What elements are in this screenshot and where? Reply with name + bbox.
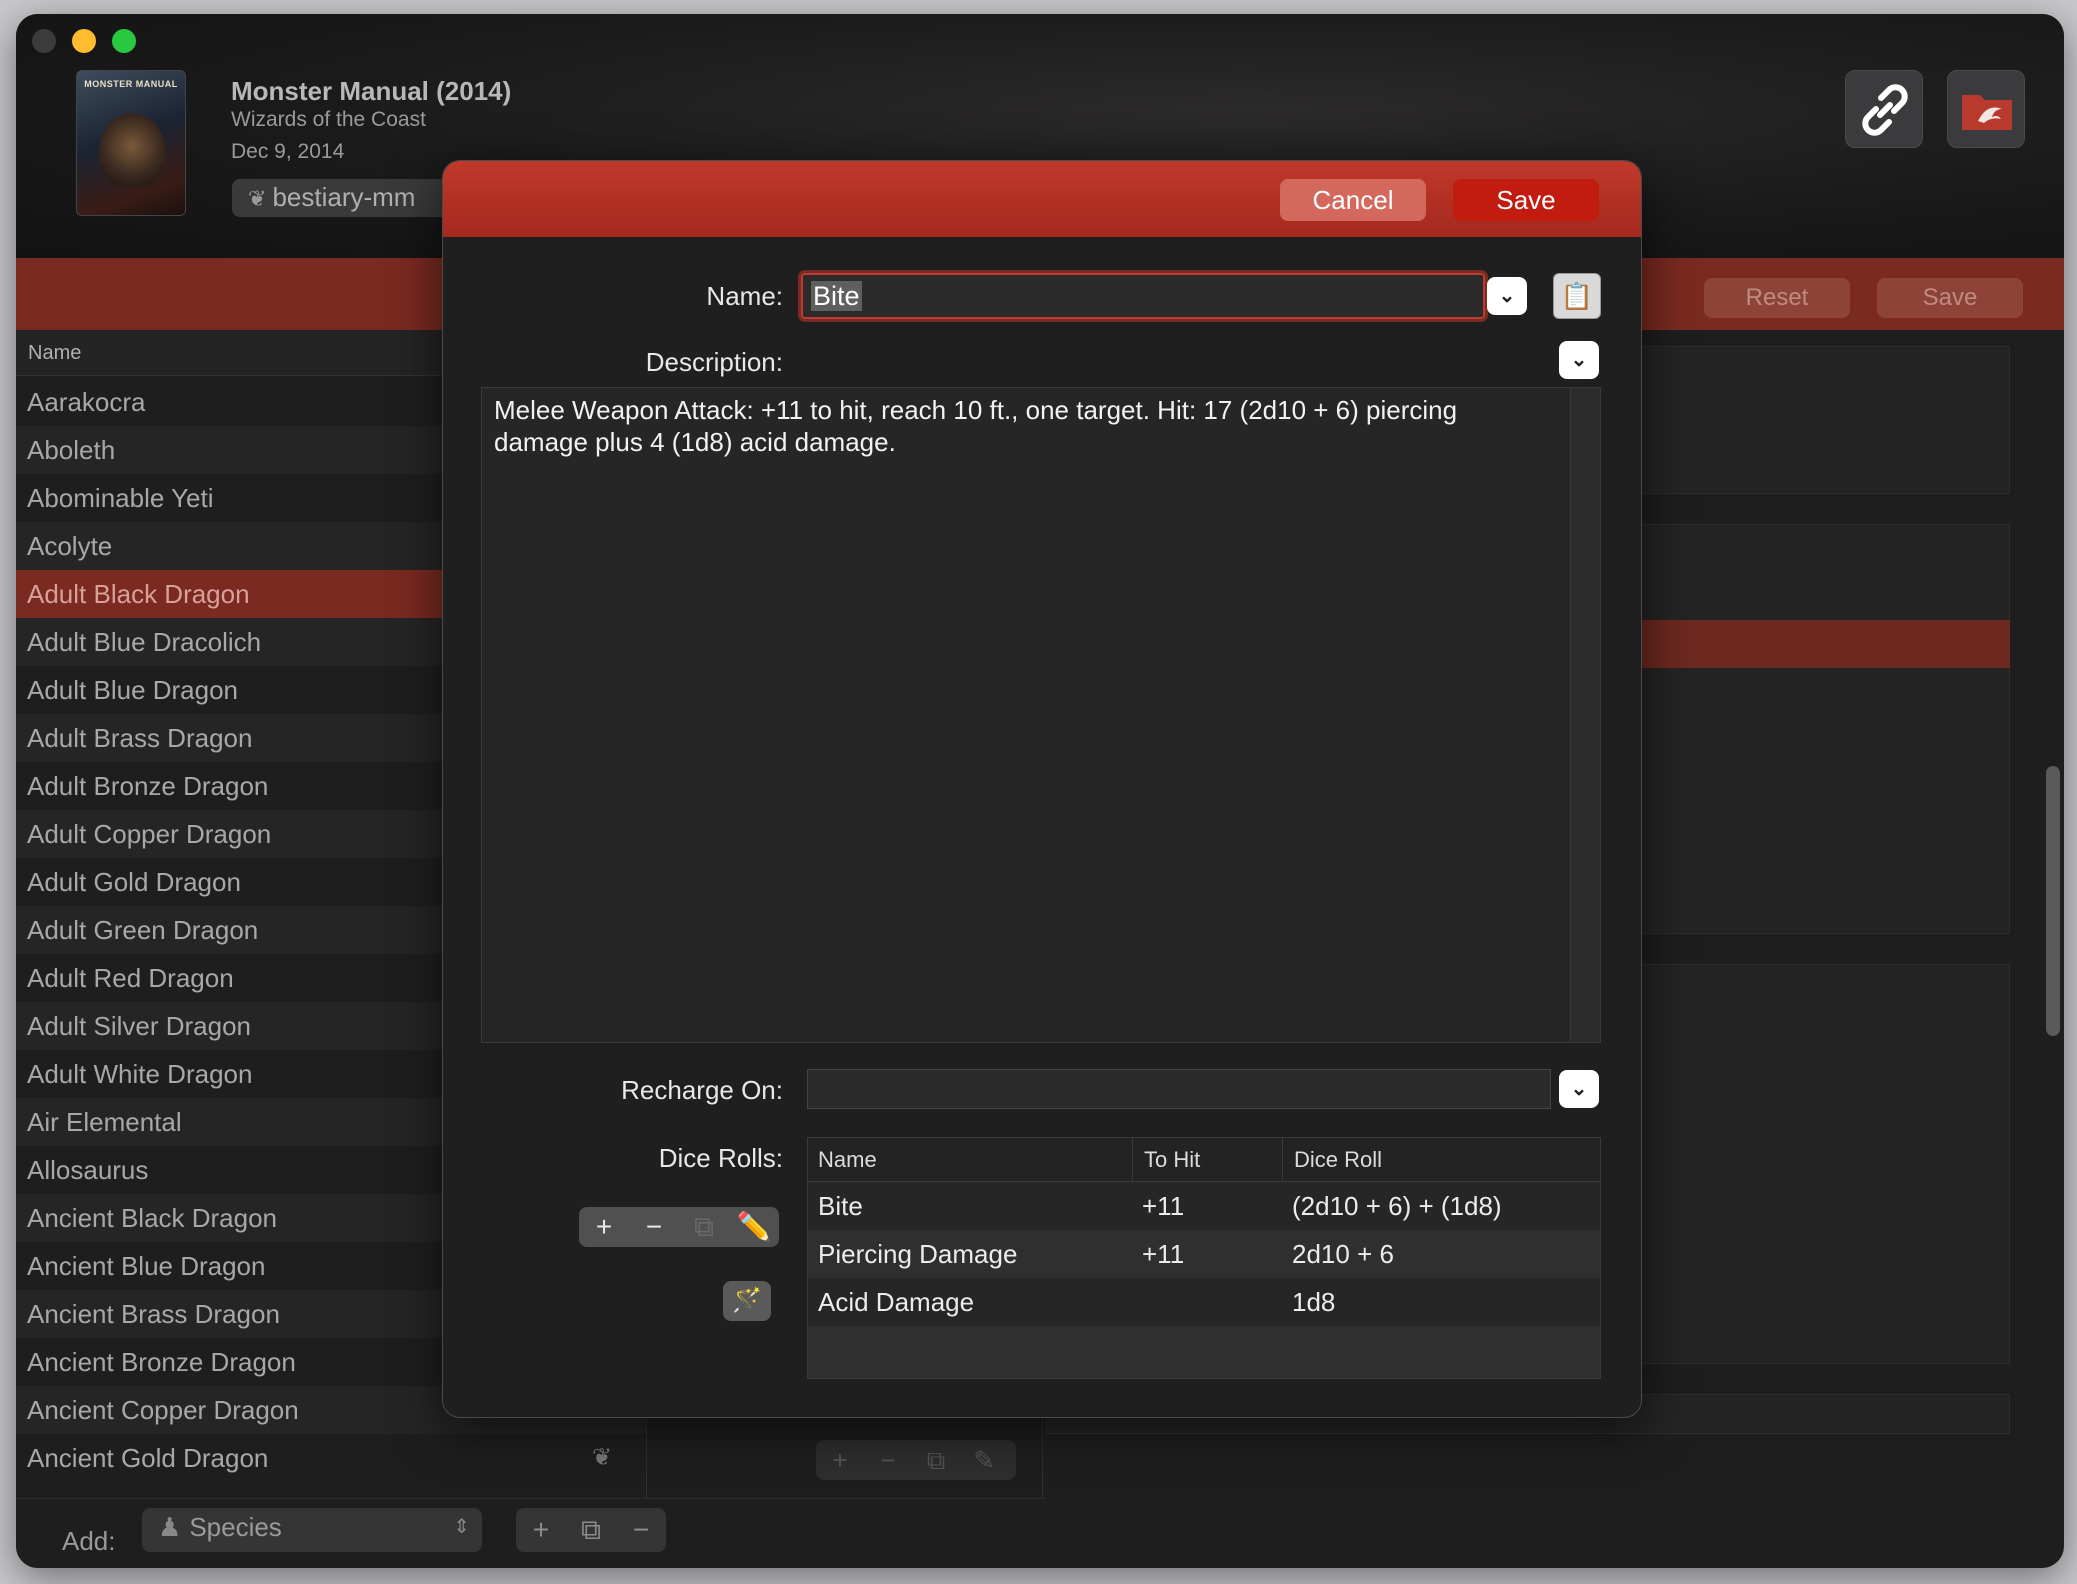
list-item-label: Adult Copper Dragon bbox=[27, 819, 272, 849]
scrollbar-thumb[interactable] bbox=[2046, 766, 2060, 1036]
list-item-label: Adult Bronze Dragon bbox=[27, 771, 269, 801]
list-item-label: Adult Brass Dragon bbox=[27, 723, 253, 753]
dice-name-cell: Piercing Damage bbox=[818, 1239, 1018, 1269]
cancel-button[interactable]: Cancel bbox=[1280, 179, 1426, 221]
magic-wand-icon: 🪄 bbox=[732, 1287, 762, 1314]
column-header-dice-roll[interactable]: Dice Roll bbox=[1294, 1138, 1382, 1182]
save-button[interactable]: Save bbox=[1453, 179, 1599, 221]
dice-rolls-label: Dice Rolls: bbox=[658, 1143, 783, 1173]
chevron-down-icon: ⌄ bbox=[1498, 285, 1516, 307]
dice-to-hit-cell: +11 bbox=[1142, 1191, 1185, 1221]
people-icon: ♟ bbox=[158, 1512, 182, 1542]
list-item-label: Adult Gold Dragon bbox=[27, 867, 241, 897]
duplicate-item-button[interactable]: ⧉ bbox=[566, 1508, 616, 1552]
book-cover-image: MONSTER MANUAL bbox=[76, 70, 186, 216]
dragon-icon: ❦ bbox=[248, 186, 267, 211]
list-item-label: Aboleth bbox=[27, 435, 116, 465]
table-row[interactable]: Piercing Damage +11 2d10 + 6 bbox=[808, 1230, 1600, 1278]
recharge-field[interactable] bbox=[807, 1069, 1551, 1109]
list-item-label: Abominable Yeti bbox=[27, 483, 214, 513]
list-item-label: Adult Red Dragon bbox=[27, 963, 234, 993]
list-item-label: Adult Green Dragon bbox=[27, 915, 259, 945]
add-item-button[interactable]: + bbox=[516, 1508, 566, 1552]
list-item-label: Allosaurus bbox=[27, 1155, 149, 1185]
list-item-label: Adult Blue Dracolich bbox=[27, 627, 262, 657]
dice-roll-cell: 1d8 bbox=[1292, 1287, 1336, 1317]
toolbar-save-button[interactable]: Save bbox=[1877, 278, 2023, 318]
link-icon bbox=[1862, 84, 1908, 136]
description-scrollbar[interactable] bbox=[1570, 388, 1600, 1042]
table-row[interactable]: Acid Damage 1d8 bbox=[808, 1278, 1600, 1326]
window-zoom-button[interactable] bbox=[112, 29, 136, 53]
list-item-label: Ancient Gold Dragon bbox=[27, 1443, 269, 1473]
edit-dice-button[interactable]: ✏️ bbox=[729, 1207, 779, 1247]
chevron-down-icon: ⌄ bbox=[1570, 349, 1588, 371]
source-tag[interactable]: ❦ bestiary-mm bbox=[232, 179, 472, 217]
paste-button[interactable]: 📋 bbox=[1553, 273, 1601, 319]
book-publisher: Wizards of the Coast bbox=[231, 108, 426, 131]
folder-icon bbox=[1962, 95, 2012, 130]
list-item-label: Ancient Brass Dragon bbox=[27, 1299, 280, 1329]
reset-button[interactable]: Reset bbox=[1704, 278, 1850, 318]
edit-action-sheet: Cancel Save Name: Bite ⌄ 📋 Description: … bbox=[442, 160, 1642, 1418]
cover-title: MONSTER MANUAL bbox=[84, 79, 178, 89]
table-row[interactable]: Bite +11 (2d10 + 6) + (1d8) bbox=[808, 1182, 1600, 1230]
dice-roll-cell: (2d10 + 6) + (1d8) bbox=[1292, 1191, 1502, 1221]
description-dropdown-button[interactable]: ⌄ bbox=[1559, 341, 1599, 379]
empty-table-row bbox=[808, 1326, 1600, 1378]
book-date: Dec 9, 2014 bbox=[231, 140, 345, 163]
recharge-dropdown-button[interactable]: ⌄ bbox=[1559, 1070, 1599, 1108]
add-dice-button[interactable]: + bbox=[579, 1207, 629, 1247]
remove-item-button[interactable]: − bbox=[616, 1508, 666, 1552]
dice-name-cell: Acid Damage bbox=[818, 1287, 975, 1317]
auto-detect-dice-button[interactable]: 🪄 bbox=[723, 1281, 771, 1321]
background-button-group: + − ⧉ ✎ bbox=[816, 1440, 1016, 1480]
name-field-value: Bite bbox=[811, 281, 862, 311]
window-minimize-button[interactable] bbox=[72, 29, 96, 53]
column-header-to-hit[interactable]: To Hit bbox=[1144, 1138, 1200, 1182]
name-dropdown-button[interactable]: ⌄ bbox=[1487, 277, 1527, 315]
list-item-label: Acolyte bbox=[27, 531, 113, 561]
species-select-value: Species bbox=[189, 1512, 282, 1542]
footer-button-group: + ⧉ − bbox=[516, 1508, 666, 1552]
list-item-label: Adult Blue Dragon bbox=[27, 675, 239, 705]
add-label: Add: bbox=[62, 1526, 116, 1556]
dragon-icon: ❦ bbox=[592, 1444, 613, 1471]
recharge-label: Recharge On: bbox=[621, 1075, 783, 1105]
chevron-down-icon: ⌄ bbox=[1570, 1078, 1588, 1100]
updown-chevron-icon: ⇕ bbox=[453, 1516, 470, 1538]
list-item-label: Ancient Copper Dragon bbox=[27, 1395, 299, 1425]
dice-rolls-table: Name To Hit Dice Roll Bite +11 (2d10 + 6… bbox=[807, 1137, 1601, 1379]
description-text: Melee Weapon Attack: +11 to hit, reach 1… bbox=[494, 395, 1458, 457]
list-item-label: Ancient Black Dragon bbox=[27, 1203, 278, 1233]
column-header-name[interactable]: Name bbox=[818, 1138, 877, 1182]
duplicate-dice-button[interactable]: ⧉ bbox=[679, 1207, 729, 1247]
description-label: Description: bbox=[645, 347, 783, 377]
dice-table-header: Name To Hit Dice Roll bbox=[808, 1138, 1600, 1182]
list-item-label: Ancient Blue Dragon bbox=[27, 1251, 266, 1281]
dice-button-group: + − ⧉ ✏️ bbox=[579, 1207, 779, 1247]
species-select[interactable]: ♟ Species ⇕ bbox=[142, 1508, 482, 1552]
list-item-label: Adult Silver Dragon bbox=[27, 1011, 251, 1041]
list-item-label: Air Elemental bbox=[27, 1107, 182, 1137]
link-button[interactable] bbox=[1845, 70, 1923, 148]
list-column-header[interactable]: Name bbox=[16, 330, 486, 376]
description-textarea[interactable]: Melee Weapon Attack: +11 to hit, reach 1… bbox=[481, 387, 1601, 1043]
dice-to-hit-cell: +11 bbox=[1142, 1239, 1185, 1269]
name-field[interactable]: Bite bbox=[801, 273, 1485, 319]
remove-dice-button[interactable]: − bbox=[629, 1207, 679, 1247]
folder-button[interactable] bbox=[1947, 70, 2025, 148]
list-item[interactable]: Ancient Gold Dragon ❦ bbox=[16, 1434, 646, 1482]
list-item-label: Adult Black Dragon bbox=[27, 579, 250, 609]
dice-name-cell: Bite bbox=[818, 1191, 863, 1221]
list-item-label: Ancient Bronze Dragon bbox=[27, 1347, 296, 1377]
clipboard-icon: 📋 bbox=[1560, 281, 1594, 311]
source-tag-label: bestiary-mm bbox=[272, 182, 416, 212]
dice-roll-cell: 2d10 + 6 bbox=[1292, 1239, 1394, 1269]
name-label: Name: bbox=[706, 281, 783, 311]
window-close-button[interactable] bbox=[32, 29, 56, 53]
list-item-label: Aarakocra bbox=[27, 387, 146, 417]
book-title: Monster Manual (2014) bbox=[231, 76, 512, 106]
list-item-label: Adult White Dragon bbox=[27, 1059, 253, 1089]
